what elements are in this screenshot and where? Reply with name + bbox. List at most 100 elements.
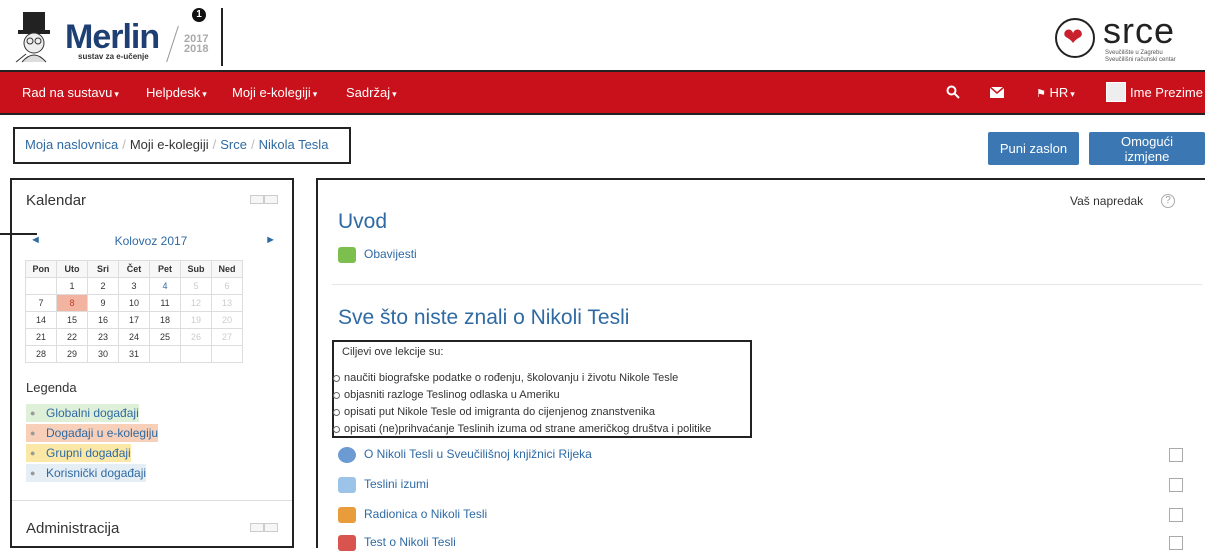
user-menu[interactable]: Ime Prezime▾	[1130, 85, 1205, 100]
calendar-day[interactable]: 28	[26, 346, 57, 363]
activity-obavijesti[interactable]: Obavijesti	[338, 244, 417, 266]
legend-course-events[interactable]: ● Događaji u e-kolegiju	[26, 424, 158, 442]
legend-label: Globalni događaji	[46, 406, 139, 420]
user-avatar[interactable]	[1106, 82, 1126, 102]
breadcrumb-home[interactable]: Moja naslovnica	[25, 137, 118, 152]
nav-helpdesk[interactable]: Helpdesk▾	[146, 85, 207, 100]
envelope-icon[interactable]	[990, 87, 1004, 98]
calendar-day[interactable]: 7	[26, 295, 57, 312]
calendar-day[interactable]: 2	[88, 278, 119, 295]
activity-quiz[interactable]: Test o Nikoli Tesli	[338, 532, 456, 554]
legend-user-events[interactable]: ● Korisnički događaji	[26, 464, 146, 482]
enable-editing-button[interactable]: Omogući izmjene	[1089, 132, 1205, 165]
language-menu[interactable]: ⚑ HR▾	[1036, 85, 1075, 100]
calendar-day[interactable]: 21	[26, 329, 57, 346]
weekday-header: Čet	[119, 261, 150, 278]
breadcrumb-category[interactable]: Srce	[220, 137, 247, 152]
calendar-day	[150, 346, 181, 363]
calendar-day[interactable]: 18	[150, 312, 181, 329]
nav-sadrzaj[interactable]: Sadržaj▾	[346, 85, 397, 100]
arrow-right-icon[interactable]: ►	[265, 234, 276, 246]
calendar-month[interactable]: Kolovoz 2017	[26, 234, 276, 248]
activity-label: Obavijesti	[364, 247, 417, 261]
calendar-day: 19	[181, 312, 212, 329]
calendar-day: 13	[212, 295, 243, 312]
calendar-header: Kolovoz 2017 ◄ ►	[26, 234, 276, 252]
section-summary: Ciljevi ove lekcije su: naučiti biografs…	[332, 340, 752, 438]
block-collapse-icon[interactable]	[250, 195, 264, 204]
calendar-week: 14151617181920	[26, 312, 243, 329]
breadcrumb-courses[interactable]: Moji e-kolegiji	[130, 137, 209, 152]
activity-label: Teslini izumi	[364, 477, 429, 491]
calendar-day[interactable]: 10	[119, 295, 150, 312]
activity-workshop[interactable]: Radionica o Nikoli Tesli	[338, 504, 487, 526]
summary-item: opisati put Nikole Tesle od imigranta do…	[342, 404, 742, 421]
calendar-day[interactable]: 15	[57, 312, 88, 329]
nav-rad-na-sustavu[interactable]: Rad na sustavu▾	[22, 85, 119, 100]
logo-divider	[166, 26, 179, 62]
breadcrumb-course[interactable]: Nikola Tesla	[259, 137, 329, 152]
calendar-day[interactable]: 23	[88, 329, 119, 346]
calendar-day[interactable]: 29	[57, 346, 88, 363]
calendar-day[interactable]: 24	[119, 329, 150, 346]
calendar-day[interactable]: 30	[88, 346, 119, 363]
page-header: Merlin sustav za e-učenje 2017 2018 1 ❤ …	[0, 0, 1205, 70]
page-icon	[338, 477, 356, 493]
calendar-day[interactable]: 22	[57, 329, 88, 346]
globe-icon	[338, 447, 356, 463]
legend-global-events[interactable]: ● Globalni događaji	[26, 404, 139, 422]
calendar-day[interactable]: 14	[26, 312, 57, 329]
block-dock-icon[interactable]	[264, 523, 278, 532]
caret-down-icon: ▾	[114, 89, 119, 99]
summary-item: opisati (ne)prihvaćanje Teslinih izuma o…	[342, 421, 742, 438]
section-title-uvod[interactable]: Uvod	[338, 210, 387, 234]
caret-down-icon: ▾	[313, 89, 318, 99]
eye-icon: ●	[30, 404, 35, 422]
breadcrumb: Moja naslovnica/Moji e-kolegiji/Srce/Nik…	[13, 127, 351, 164]
activity-label: O Nikoli Tesli u Sveučilišnoj knjižnici …	[364, 447, 592, 461]
calendar-day[interactable]: 11	[150, 295, 181, 312]
help-icon[interactable]: ?	[1161, 194, 1175, 208]
eye-icon: ●	[30, 444, 35, 462]
administration-title: Administracija	[26, 520, 119, 537]
activity-url[interactable]: O Nikoli Tesli u Sveučilišnoj knjižnici …	[338, 444, 592, 466]
weekday-header: Ned	[212, 261, 243, 278]
completion-checkbox[interactable]	[1169, 508, 1183, 522]
activity-label: Test o Nikoli Tesli	[364, 535, 456, 549]
completion-checkbox[interactable]	[1169, 478, 1183, 492]
calendar-day[interactable]: 9	[88, 295, 119, 312]
user-name: Ime Prezime	[1130, 85, 1203, 100]
calendar-day[interactable]: 31	[119, 346, 150, 363]
block-dock-icon[interactable]	[264, 195, 278, 204]
calendar-day[interactable]: 3	[119, 278, 150, 295]
nav-moji-e-kolegiji[interactable]: Moji e-kolegiji▾	[232, 85, 317, 100]
search-icon[interactable]	[946, 85, 960, 99]
calendar-day[interactable]: 1	[57, 278, 88, 295]
arrow-left-icon[interactable]: ◄	[30, 234, 41, 246]
annotation-bar	[221, 8, 223, 66]
calendar-title: Kalendar	[26, 192, 86, 209]
legend-group-events[interactable]: ● Grupni događaji	[26, 444, 131, 462]
calendar-day[interactable]: 25	[150, 329, 181, 346]
calendar-day: 27	[212, 329, 243, 346]
completion-checkbox[interactable]	[1169, 448, 1183, 462]
fullscreen-button[interactable]: Puni zaslon	[988, 132, 1079, 165]
calendar-day	[181, 346, 212, 363]
merlin-logo[interactable]: Merlin sustav za e-učenje 2017 2018 1	[12, 8, 217, 66]
calendar-day[interactable]: 17	[119, 312, 150, 329]
section-title-tesla[interactable]: Sve što niste znali o Nikoli Tesli	[338, 306, 629, 330]
calendar-day[interactable]: 16	[88, 312, 119, 329]
srce-logo[interactable]: ❤ srce Sveučilište u Zagrebu Sveučilišni…	[1055, 12, 1205, 64]
annotation-line	[0, 233, 37, 235]
calendar-day[interactable]: 4	[150, 278, 181, 295]
wizard-mascot-icon	[12, 10, 58, 64]
summary-item: naučiti biografske podatke o rođenju, šk…	[342, 370, 742, 387]
activity-page[interactable]: Teslini izumi	[338, 474, 429, 496]
nav-label: Rad na sustavu	[22, 85, 112, 100]
heart-icon: ❤	[1055, 18, 1095, 58]
course-content: Vaš napredak ? Uvod Obavijesti Sve što n…	[316, 178, 1205, 548]
calendar-day[interactable]: 8	[57, 295, 88, 312]
caret-down-icon: ▾	[202, 89, 207, 99]
main-navbar: Rad na sustavu▾ Helpdesk▾ Moji e-kolegij…	[0, 70, 1205, 115]
block-collapse-icon[interactable]	[250, 523, 264, 532]
